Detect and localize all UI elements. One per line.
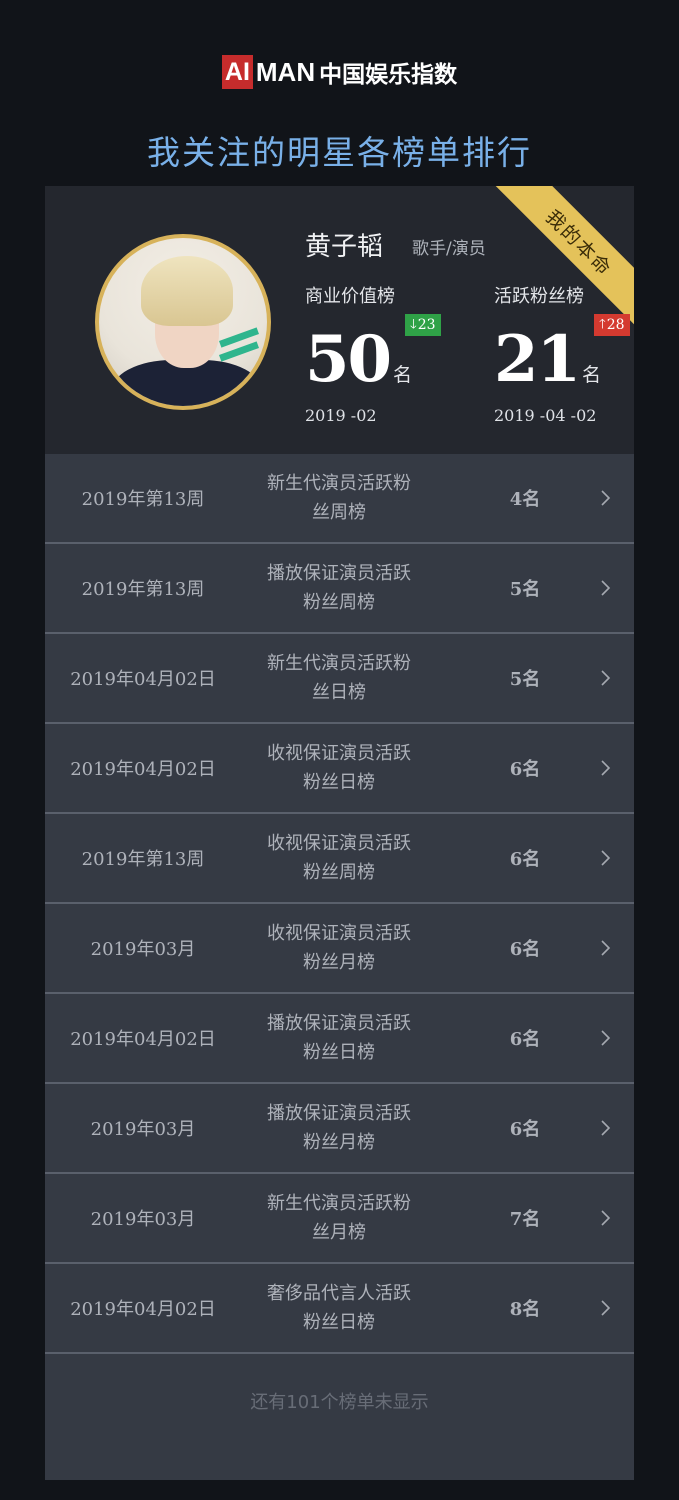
ranking-period: 2019年第13周: [81, 849, 205, 870]
ranking-name: 收视保证演员活跃 粉丝周榜: [267, 833, 411, 883]
ranking-period: 2019年第13周: [81, 579, 205, 600]
chevron-right-icon: [601, 760, 611, 776]
ranking-name: 新生代演员活跃粉 丝月榜: [267, 1193, 411, 1243]
ranking-rank: 6名: [509, 939, 541, 960]
ranking-period: 2019年03月: [90, 1119, 196, 1140]
star-profile[interactable]: 我的本命 黄子韬 歌手/演员 商业价值榜 50 名 🡓 23 2019 -02 …: [45, 186, 634, 454]
chevron-right-icon: [601, 940, 611, 956]
chevron-right-icon: [601, 850, 611, 866]
rankings-card: 我的本命 黄子韬 歌手/演员 商业价值榜 50 名 🡓 23 2019 -02 …: [45, 186, 634, 1480]
ranking-period: 2019年04月02日: [70, 759, 216, 780]
ranking-rank: 7名: [509, 1209, 541, 1230]
ranking-row[interactable]: 2019年04月02日 收视保证演员活跃 粉丝日榜 6名: [45, 724, 634, 814]
page-title: 我关注的明星各榜单排行: [147, 133, 532, 172]
hidden-rankings-note: 还有101个榜单未显示: [250, 1392, 429, 1413]
app-logo: AI MAN 中国娱乐指数: [0, 52, 679, 92]
rank-date: 2019 -04 -02: [494, 406, 597, 425]
ranking-list: 2019年第13周 新生代演员活跃粉 丝周榜 4名 2019年第13周 播放保证演…: [45, 454, 634, 1354]
ranking-name: 收视保证演员活跃 粉丝日榜: [267, 743, 411, 793]
logo-cn-text: 中国娱乐指数: [319, 62, 458, 88]
rank-number: 50: [305, 322, 392, 397]
rank-label: 活跃粉丝榜: [494, 286, 584, 307]
ranking-period: 2019年04月02日: [70, 1029, 216, 1050]
chevron-right-icon: [601, 490, 611, 506]
ranking-row[interactable]: 2019年04月02日 播放保证演员活跃 粉丝日榜 6名: [45, 994, 634, 1084]
arrow-up-icon: 🡑: [599, 317, 606, 332]
ranking-period: 2019年04月02日: [70, 1299, 216, 1320]
rank-change-value: 23: [417, 317, 436, 333]
chevron-right-icon: [601, 580, 611, 596]
ranking-name: 播放保证演员活跃 粉丝月榜: [267, 1103, 411, 1153]
active-fans-rank: 活跃粉丝榜 21 名 🡑 28 2019 -04 -02: [494, 282, 630, 425]
ranking-rank: 8名: [509, 1299, 541, 1320]
ranking-row[interactable]: 2019年第13周 播放保证演员活跃 粉丝周榜 5名: [45, 544, 634, 634]
ranking-row[interactable]: 2019年04月02日 奢侈品代言人活跃 粉丝日榜 8名: [45, 1264, 634, 1354]
rank-number: 21: [494, 322, 581, 397]
chevron-right-icon: [601, 1210, 611, 1226]
ranking-row[interactable]: 2019年03月 播放保证演员活跃 粉丝月榜 6名: [45, 1084, 634, 1174]
ranking-rank: 6名: [509, 849, 541, 870]
arrow-down-icon: 🡓: [410, 317, 417, 332]
rank-change-value: 28: [606, 317, 625, 333]
star-role: 歌手/演员: [412, 239, 486, 259]
ranking-period: 2019年04月02日: [70, 669, 216, 690]
ranking-name: 播放保证演员活跃 粉丝周榜: [267, 563, 411, 613]
star-name: 黄子韬: [305, 232, 384, 262]
ranking-rank: 6名: [509, 1029, 541, 1050]
ranking-name: 收视保证演员活跃 粉丝月榜: [267, 923, 411, 973]
rank-change-badge: 🡓 23: [405, 314, 441, 336]
rank-change-badge: 🡑 28: [594, 314, 630, 336]
chevron-right-icon: [601, 1030, 611, 1046]
ranking-period: 2019年第13周: [81, 489, 205, 510]
ranking-name: 新生代演员活跃粉 丝日榜: [267, 653, 411, 703]
ranking-rank: 5名: [509, 669, 541, 690]
ranking-rank: 5名: [509, 579, 541, 600]
rank-date: 2019 -02: [305, 406, 377, 425]
ranking-period: 2019年03月: [90, 939, 196, 960]
chevron-right-icon: [601, 1300, 611, 1316]
ranking-row[interactable]: 2019年03月 新生代演员活跃粉 丝月榜 7名: [45, 1174, 634, 1264]
logo-man-text: MAN: [255, 56, 316, 87]
ranking-name: 播放保证演员活跃 粉丝日榜: [267, 1013, 411, 1063]
ranking-row[interactable]: 2019年第13周 新生代演员活跃粉 丝周榜 4名: [45, 454, 634, 544]
ranking-name: 新生代演员活跃粉 丝周榜: [267, 473, 411, 523]
rank-suffix: 名: [393, 364, 413, 386]
ranking-period: 2019年03月: [90, 1209, 196, 1230]
ranking-name: 奢侈品代言人活跃 粉丝日榜: [267, 1283, 411, 1333]
ranking-rank: 6名: [509, 759, 541, 780]
commercial-value-rank: 商业价值榜 50 名 🡓 23 2019 -02: [305, 282, 441, 425]
logo-ai-mark: AI: [221, 55, 253, 89]
ranking-rank: 4名: [509, 489, 541, 510]
chevron-right-icon: [601, 670, 611, 686]
ranking-rank: 6名: [509, 1119, 541, 1140]
ranking-row[interactable]: 2019年04月02日 新生代演员活跃粉 丝日榜 5名: [45, 634, 634, 724]
ranking-row[interactable]: 2019年03月 收视保证演员活跃 粉丝月榜 6名: [45, 904, 634, 994]
ranking-row[interactable]: 2019年第13周 收视保证演员活跃 粉丝周榜 6名: [45, 814, 634, 904]
avatar: [95, 234, 271, 410]
rank-label: 商业价值榜: [305, 286, 395, 307]
rank-suffix: 名: [582, 364, 602, 386]
chevron-right-icon: [601, 1120, 611, 1136]
